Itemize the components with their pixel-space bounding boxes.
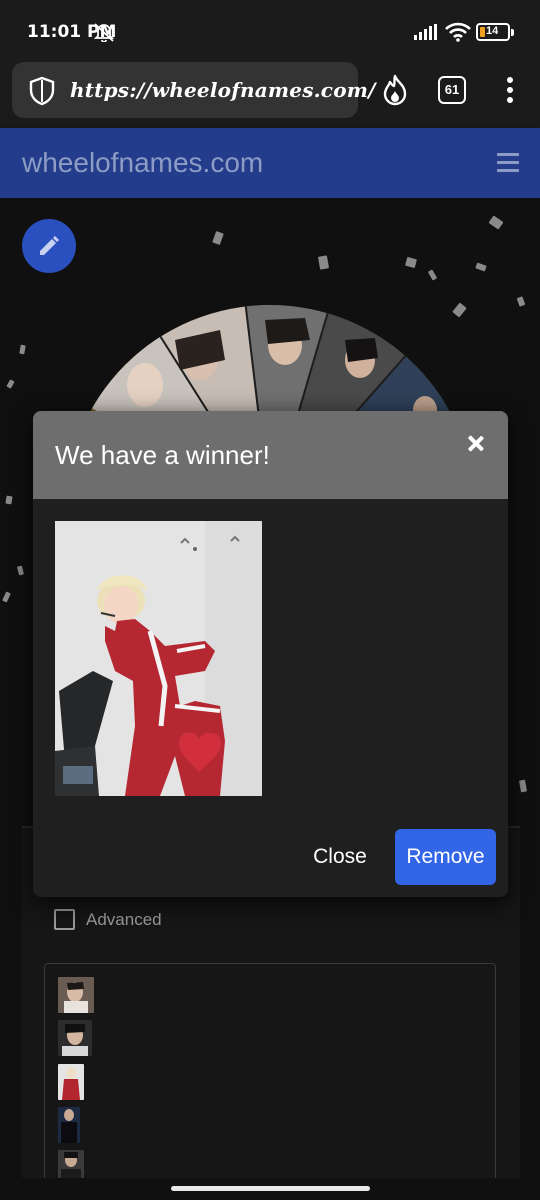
status-bar: 11:01 PM 14	[0, 0, 540, 62]
gesture-bar	[0, 1178, 540, 1200]
advanced-option[interactable]: Advanced	[54, 909, 254, 931]
battery-level: 14	[486, 25, 499, 37]
home-handle[interactable]	[171, 1186, 370, 1191]
battery-icon: 14	[476, 23, 514, 41]
list-item[interactable]	[58, 977, 94, 1013]
list-item[interactable]	[58, 1107, 80, 1143]
site-header: wheelofnames.com	[0, 128, 540, 198]
dialog-header: We have a winner!	[33, 411, 508, 499]
tabs-icon[interactable]: 61	[438, 76, 466, 104]
url-text[interactable]: https://wheelofnames.com/	[70, 78, 376, 102]
edit-entries-button[interactable]	[22, 219, 76, 273]
dialog-title: We have a winner!	[55, 440, 270, 470]
list-item[interactable]	[58, 1064, 84, 1100]
site-title[interactable]: wheelofnames.com	[22, 147, 263, 179]
more-vert-icon[interactable]	[500, 74, 520, 106]
signal-icon	[414, 24, 440, 45]
winner-dialog: We have a winner! Close Remove	[33, 411, 508, 897]
list-item[interactable]	[58, 1020, 92, 1056]
wifi-icon	[445, 22, 471, 47]
name-wheel[interactable]	[65, 300, 475, 511]
close-icon[interactable]	[463, 431, 489, 457]
browser-toolbar: https://wheelofnames.com/ 61	[0, 62, 540, 128]
fire-icon[interactable]	[381, 74, 409, 111]
shield-icon[interactable]	[28, 76, 56, 111]
advanced-label[interactable]: Advanced	[86, 910, 162, 930]
winner-image	[55, 521, 262, 796]
menu-icon[interactable]	[497, 153, 519, 173]
screen: 11:01 PM 14 https://wheelofnames.com/ 61…	[0, 0, 540, 1200]
remove-button[interactable]: Remove	[395, 829, 496, 885]
checkbox-icon[interactable]	[54, 909, 75, 930]
entries-list[interactable]	[44, 963, 496, 1200]
close-button[interactable]: Close	[301, 829, 379, 885]
url-bar[interactable]: https://wheelofnames.com/	[12, 62, 375, 118]
mute-icon	[92, 22, 116, 47]
